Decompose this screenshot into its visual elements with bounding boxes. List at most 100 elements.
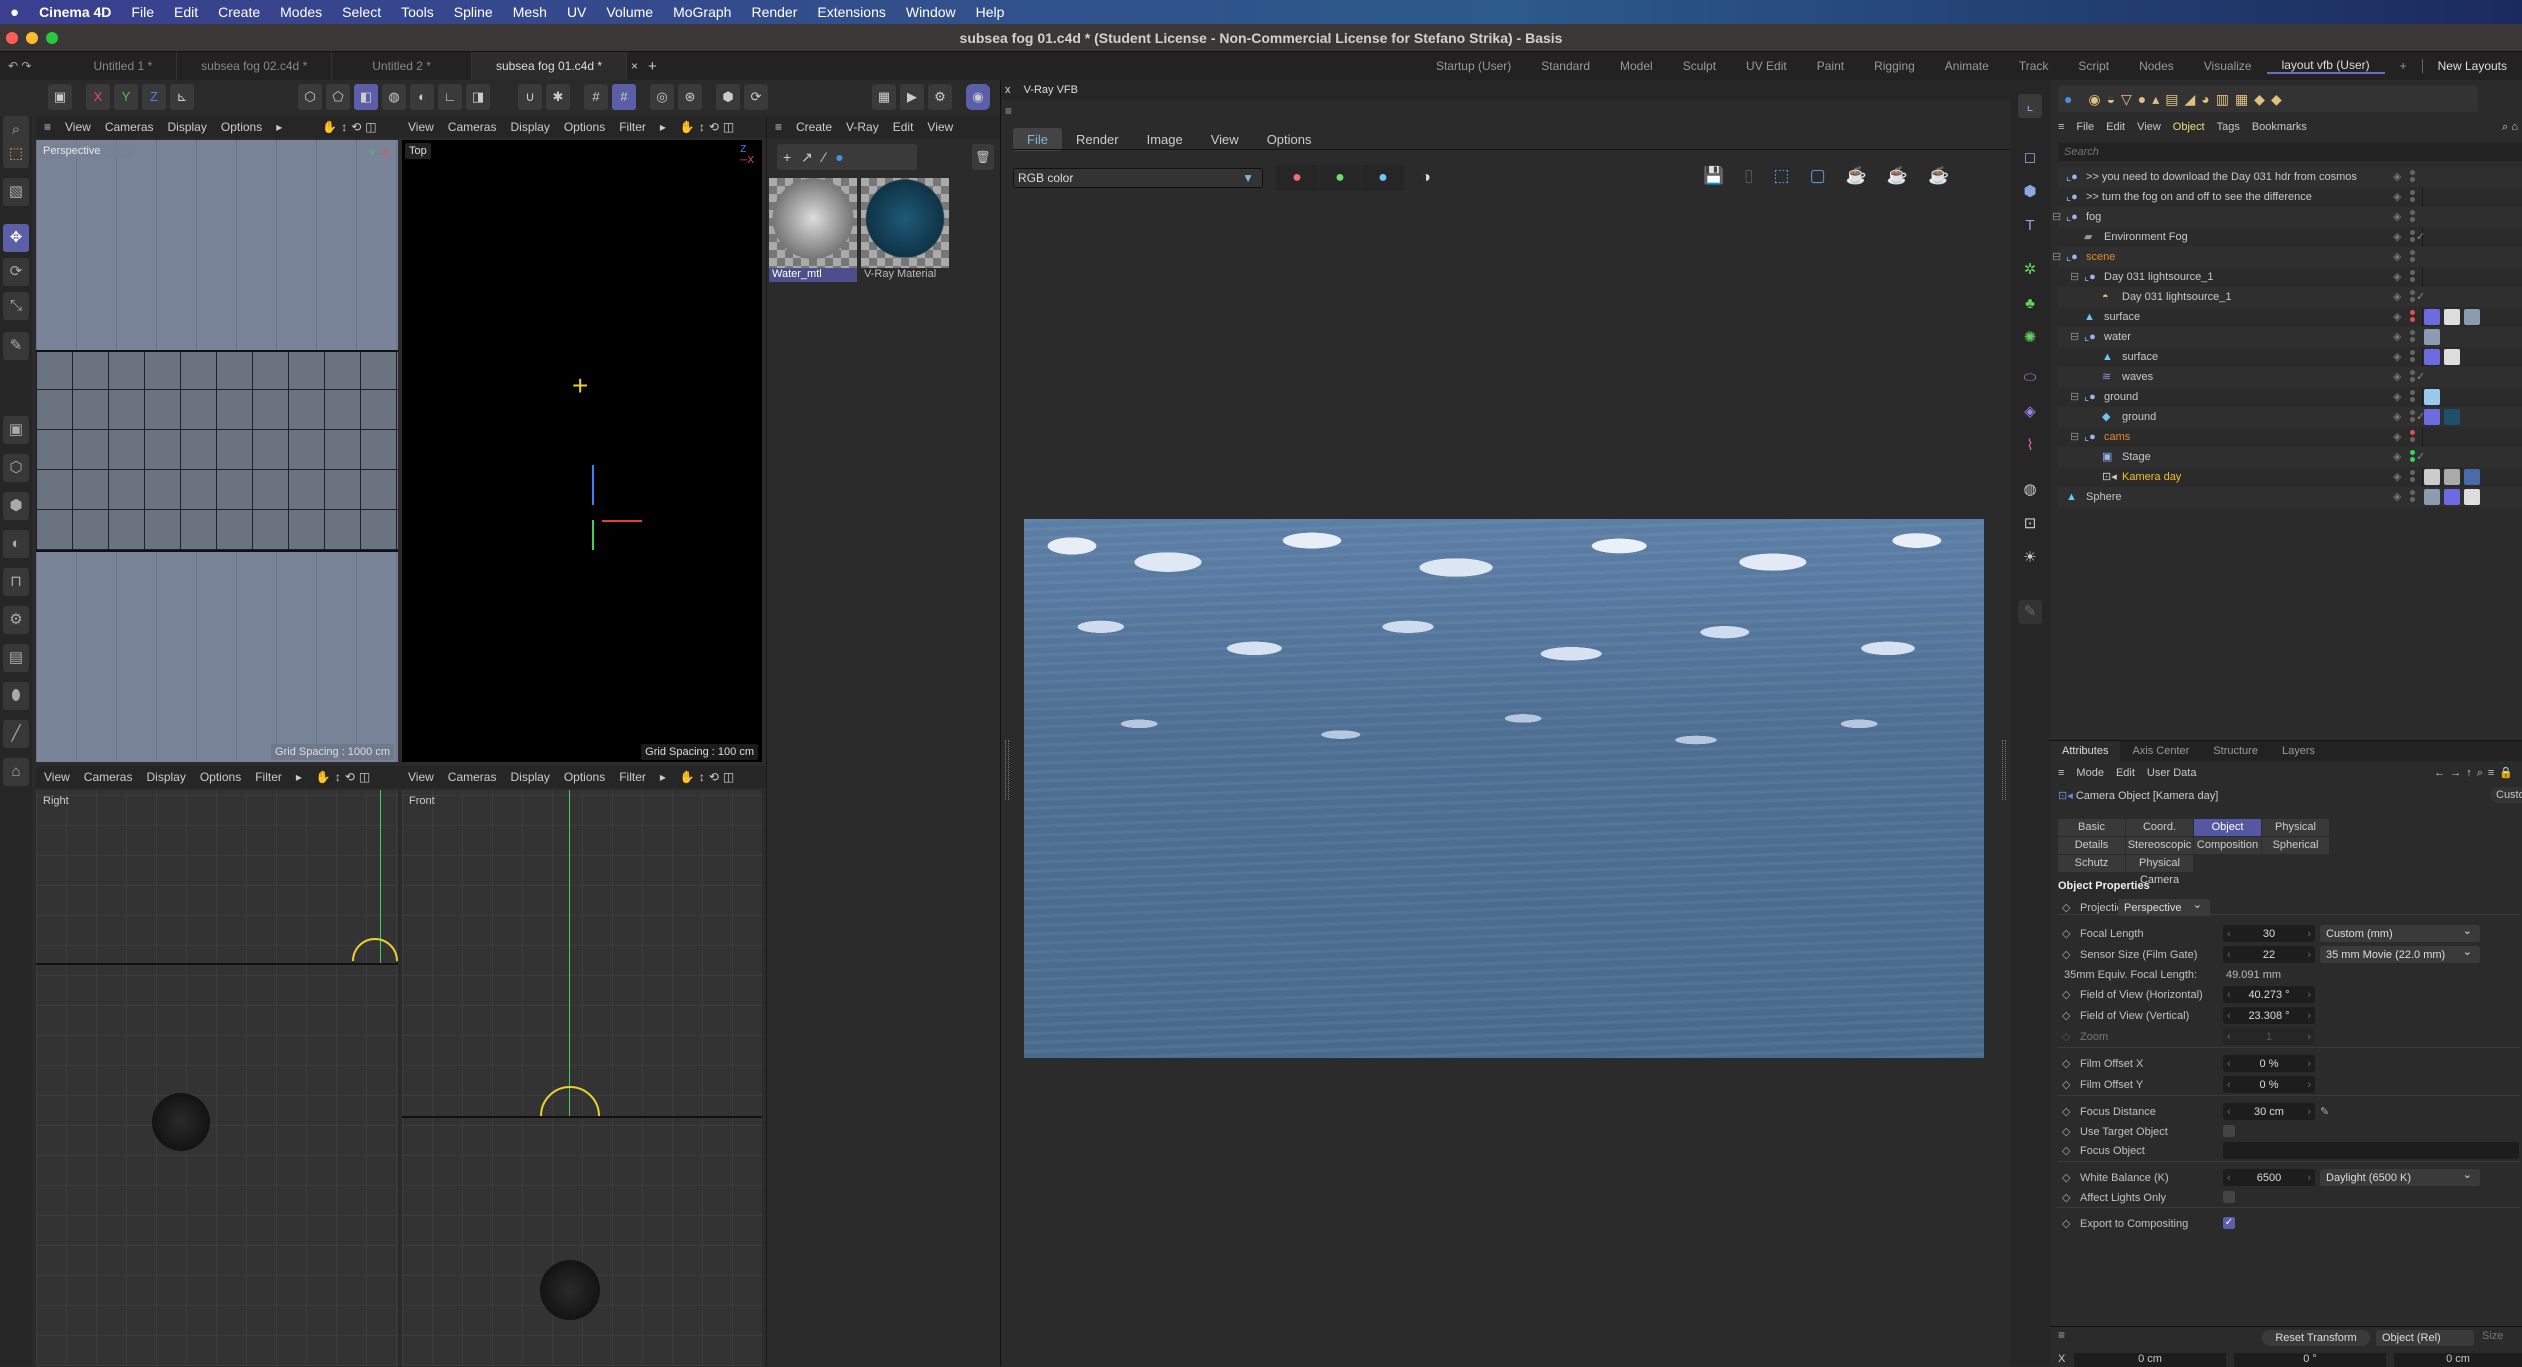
object-name[interactable]: Day 031 lightsource_1 — [2104, 267, 2213, 287]
menu-filter[interactable]: Filter — [619, 120, 646, 134]
menu-window[interactable]: Window — [896, 4, 966, 20]
keyframe-icon[interactable]: ◇ — [2062, 1076, 2070, 1094]
tag-icon[interactable] — [2444, 349, 2460, 365]
layout-tab[interactable]: Sculpt — [1668, 59, 1731, 73]
camera-icon[interactable]: ⊡ — [2018, 512, 2042, 536]
interactive-render-icon[interactable]: ☕ — [1846, 166, 1887, 185]
checkbox[interactable] — [2223, 1191, 2235, 1203]
spline-icon[interactable]: ⌇ — [2018, 434, 2042, 458]
select-icon[interactable]: ⬚ — [3, 140, 29, 168]
x-rotation-field[interactable]: 0 ° — [2234, 1353, 2386, 1367]
knife-icon[interactable]: ⬡ — [3, 454, 29, 482]
keyframe-icon[interactable]: ◇ — [2062, 1189, 2070, 1207]
material-name[interactable]: Water_mtl — [769, 268, 857, 282]
material-thumbnail-water[interactable] — [769, 178, 857, 268]
enabled-check-icon[interactable]: ✓ — [2416, 287, 2425, 307]
menu-more[interactable]: ▸ — [660, 770, 666, 784]
checkbox[interactable] — [2223, 1125, 2235, 1137]
viewport-nav-icons[interactable]: ✋↕⟲◫ — [316, 770, 374, 784]
tag-icon[interactable] — [2464, 469, 2480, 485]
tag-icon[interactable] — [2424, 349, 2440, 365]
layer-icon[interactable]: ◈ — [2393, 227, 2401, 247]
layer-icon[interactable]: ◈ — [2393, 447, 2401, 467]
prop-tab[interactable]: Spherical — [2262, 837, 2329, 854]
menu-edit[interactable]: Edit — [164, 4, 208, 20]
value-field[interactable]: 23.308 ° — [2223, 1007, 2315, 1025]
menu-extensions[interactable]: Extensions — [807, 4, 895, 20]
object-row[interactable]: ◓ Day 031 lightsource_1 ◈ ✓ — [2058, 287, 2522, 307]
visibility-dots[interactable] — [2410, 250, 2415, 264]
prop-tab[interactable]: Schutz — [2058, 855, 2125, 872]
collapse-icon[interactable]: ⊟ — [2052, 207, 2061, 227]
menu-display[interactable]: Display — [146, 770, 185, 784]
menu-mesh[interactable]: Mesh — [503, 4, 557, 20]
cube-icon[interactable]: ◻ — [2018, 146, 2042, 170]
object-row[interactable]: ⊟ ⌞● cams ◈ — [2058, 427, 2522, 447]
add-layout-button[interactable]: + — [2385, 59, 2422, 73]
lock-icon[interactable]: ⌂ — [3, 758, 29, 786]
brush-tool-icon[interactable]: ╱ — [3, 720, 29, 748]
layer-icon[interactable]: ◈ — [2393, 367, 2401, 387]
menu-file[interactable]: File — [121, 4, 164, 20]
menu-view[interactable]: View — [927, 120, 953, 134]
visibility-dots[interactable] — [2410, 430, 2415, 444]
visibility-dots[interactable] — [2410, 310, 2415, 324]
layout-tab[interactable]: Track — [2004, 59, 2064, 73]
om-menu-edit[interactable]: Edit — [2106, 121, 2125, 133]
keyframe-icon[interactable]: ◇ — [2062, 946, 2070, 964]
viewport-right[interactable]: Right — [36, 790, 398, 1366]
object-name[interactable]: scene — [2086, 247, 2115, 267]
new-layouts-button[interactable]: New Layouts — [2421, 59, 2522, 73]
menu-view[interactable]: View — [44, 770, 70, 784]
vray-icon[interactable]: ◉ — [966, 84, 990, 110]
viewport-nav-icons[interactable]: ✋↕⟲◫ — [322, 120, 380, 134]
value-field[interactable]: 30 — [2223, 925, 2315, 943]
add-tab-icon[interactable]: + — [642, 58, 663, 75]
object-name[interactable]: surface — [2104, 307, 2140, 327]
viewport-perspective[interactable]: Perspective Y ─X Grid Spacing : 1000 cm — [36, 140, 398, 762]
vfb-menu-file[interactable]: File — [1013, 128, 1062, 151]
menu-options[interactable]: Options — [200, 770, 241, 784]
material-thumbnail-vray[interactable] — [861, 178, 949, 268]
points-mode-icon[interactable]: ⬡ — [298, 84, 322, 110]
collapse-icon[interactable]: ⊟ — [2070, 327, 2079, 347]
attr-menu-user-data[interactable]: User Data — [2147, 763, 2197, 783]
object-row[interactable]: ⊡◂ Kamera day ◈ — [2058, 467, 2522, 487]
value-field[interactable]: 22 — [2223, 946, 2315, 964]
object-name[interactable]: >> you need to download the Day 031 hdr … — [2086, 167, 2357, 187]
preset-select[interactable]: Custom — [2490, 787, 2522, 803]
green-channel-button[interactable]: ● — [1319, 165, 1361, 191]
environment-icon[interactable]: ◍ — [2018, 478, 2042, 502]
object-row[interactable]: ≋ waves ◈ ✓ — [2058, 367, 2522, 387]
sphere-object[interactable] — [540, 1260, 600, 1320]
hamburger-icon[interactable]: ≡ — [775, 120, 782, 134]
axis-y-button[interactable]: Y — [114, 84, 138, 110]
rendered-image[interactable] — [1024, 519, 1984, 1058]
visibility-dots[interactable] — [2410, 230, 2415, 244]
keyframe-icon[interactable]: ◇ — [2062, 899, 2070, 917]
tag-icon[interactable] — [2424, 329, 2440, 345]
close-icon[interactable]: x — [1005, 84, 1011, 96]
tag-icon[interactable] — [2444, 309, 2460, 325]
tab-structure[interactable]: Structure — [2201, 741, 2270, 761]
menu-options[interactable]: Options — [564, 120, 605, 134]
value-field[interactable]: 0 % — [2223, 1055, 2315, 1073]
menu-more[interactable]: ▸ — [276, 120, 282, 134]
tag-icon[interactable] — [2444, 469, 2460, 485]
visibility-dots[interactable] — [2410, 470, 2415, 484]
save-icon[interactable]: 💾 — [1703, 166, 1744, 185]
layer-icon[interactable]: ◈ — [2393, 387, 2401, 407]
object-name[interactable]: cams — [2104, 427, 2130, 447]
tab-layers[interactable]: Layers — [2270, 741, 2327, 761]
layout-tab[interactable]: Visualize — [2189, 59, 2267, 73]
prop-tab[interactable]: Basic — [2058, 819, 2125, 836]
visibility-dots[interactable] — [2410, 370, 2415, 384]
doc-tab[interactable]: Untitled 1 * — [69, 52, 178, 80]
menu-filter[interactable]: Filter — [619, 770, 646, 784]
snap-settings-icon[interactable]: ✱ — [546, 84, 570, 110]
menu-display[interactable]: Display — [168, 120, 207, 134]
prop-tab[interactable]: Composition — [2194, 837, 2261, 854]
value-field[interactable]: 6500 — [2223, 1169, 2315, 1187]
sphere-object[interactable] — [152, 1093, 210, 1151]
tag-icon[interactable] — [2424, 489, 2440, 505]
